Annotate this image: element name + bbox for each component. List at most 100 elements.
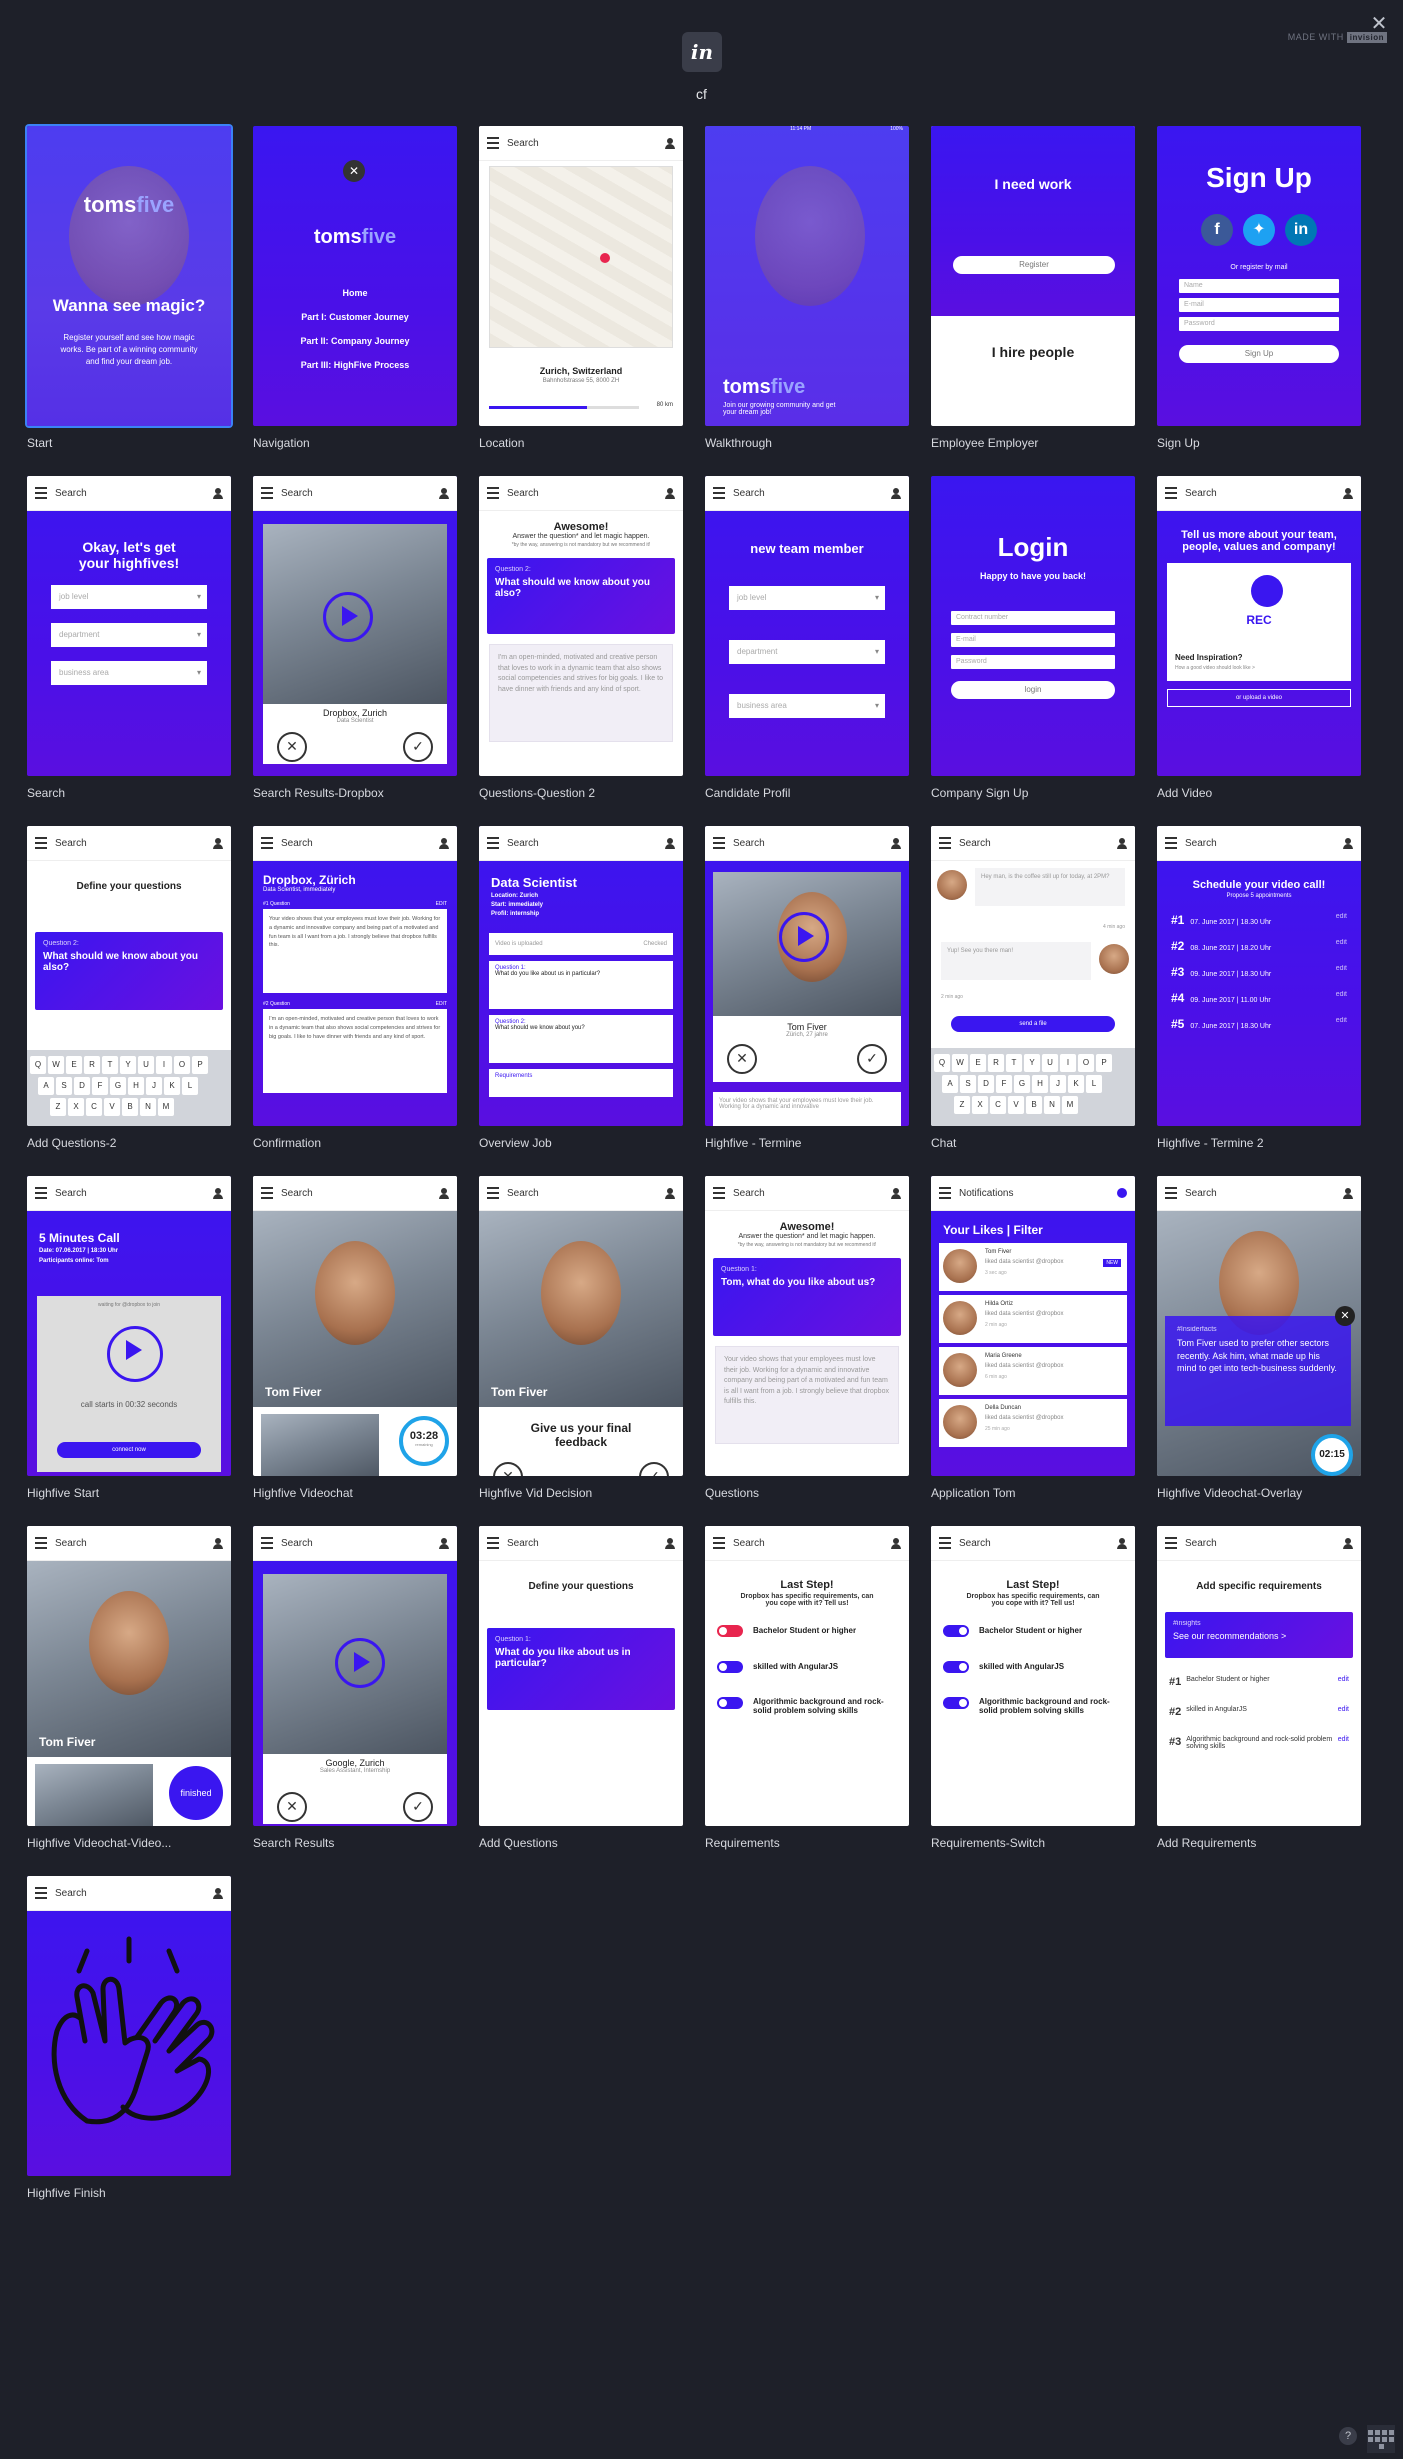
keyboard-key[interactable]: Z xyxy=(954,1096,970,1114)
keyboard-key[interactable]: P xyxy=(192,1056,208,1074)
menu-icon[interactable] xyxy=(713,837,725,849)
play-icon[interactable] xyxy=(779,912,829,962)
edit-link[interactable]: edit xyxy=(1336,991,1347,998)
keyboard-key[interactable]: J xyxy=(1050,1075,1066,1093)
screen-card[interactable]: 11:14 PM 100% tomsfive Join our growing c… xyxy=(705,126,909,450)
reject-icon[interactable]: ✕ xyxy=(493,1462,523,1476)
edit-link[interactable]: EDIT xyxy=(436,901,447,907)
menu-icon[interactable] xyxy=(35,1887,47,1899)
result-card[interactable]: Google, Zurich Sales Assistant, Internsh… xyxy=(263,1574,447,1824)
requirement-row[interactable]: #2 skilled in AngularJS edit xyxy=(1169,1706,1349,1718)
keyboard-key[interactable]: S xyxy=(960,1075,976,1093)
reject-icon[interactable]: ✕ xyxy=(727,1044,757,1074)
profile-icon[interactable] xyxy=(439,837,449,849)
search-label[interactable]: Search xyxy=(281,488,313,499)
keyboard-key[interactable]: O xyxy=(174,1056,190,1074)
grid-view-icon[interactable] xyxy=(1367,2425,1395,2453)
register-button[interactable]: Register xyxy=(953,256,1115,274)
requirement-toggle[interactable] xyxy=(717,1697,743,1709)
edit-link[interactable]: edit xyxy=(1336,939,1347,946)
profile-icon[interactable] xyxy=(1343,1187,1353,1199)
keyboard-key[interactable]: P xyxy=(1096,1054,1112,1072)
screen-card[interactable]: Search Add specific requirements #insigh… xyxy=(1157,1526,1361,1850)
inspiration-link[interactable]: How a good video should look like > xyxy=(1175,665,1255,671)
profile-icon[interactable] xyxy=(439,487,449,499)
edit-link[interactable]: edit xyxy=(1338,1736,1349,1743)
play-icon[interactable] xyxy=(107,1326,163,1382)
map[interactable] xyxy=(489,166,673,348)
requirement-toggle[interactable] xyxy=(717,1661,743,1673)
upload-button[interactable]: or upload a video xyxy=(1167,689,1351,707)
menu-icon[interactable] xyxy=(261,1537,273,1549)
screen-card[interactable]: Search Data Scientist Location: Zurich S… xyxy=(479,826,683,1150)
requirement-item[interactable]: skilled with AngularJS xyxy=(717,1661,897,1673)
screen-card[interactable]: Search #Insiderfacts Tom Fiver used to p… xyxy=(1157,1176,1361,1500)
menu-icon[interactable] xyxy=(261,487,273,499)
keyboard-key[interactable]: D xyxy=(978,1075,994,1093)
login-button[interactable]: login xyxy=(951,681,1115,699)
search-label[interactable]: Search xyxy=(55,1188,87,1199)
question-text[interactable]: What should we know about you also? xyxy=(43,951,198,973)
accept-icon[interactable]: ✓ xyxy=(403,732,433,762)
screen-card[interactable]: Search Last Step! Dropbox has specific r… xyxy=(705,1526,909,1850)
edit-link[interactable]: edit xyxy=(1338,1676,1349,1683)
appointment-row[interactable]: #5 07. June 2017 | 18.30 Uhr edit xyxy=(1171,1017,1347,1031)
profile-icon[interactable] xyxy=(891,487,901,499)
record-icon[interactable] xyxy=(1251,575,1283,607)
close-icon[interactable]: ✕ xyxy=(1369,14,1389,34)
menu-icon[interactable] xyxy=(1165,1187,1177,1199)
search-label[interactable]: Search xyxy=(55,1538,87,1549)
search-label[interactable]: Search xyxy=(1185,1188,1217,1199)
keyboard-key[interactable]: S xyxy=(56,1077,72,1095)
keyboard-key[interactable]: L xyxy=(182,1077,198,1095)
reject-icon[interactable]: ✕ xyxy=(277,1792,307,1822)
search-label[interactable]: Search xyxy=(281,1188,313,1199)
close-icon[interactable]: ✕ xyxy=(343,160,365,182)
send-file-button[interactable]: send a file xyxy=(951,1016,1115,1032)
keyboard-key[interactable]: K xyxy=(1068,1075,1084,1093)
screen-card[interactable]: ✕ tomsfive Home Part I: Customer Journey… xyxy=(253,126,457,450)
email-field[interactable]: E-mail xyxy=(951,633,1115,647)
search-label[interactable]: Search xyxy=(507,488,539,499)
profile-icon[interactable] xyxy=(1343,1537,1353,1549)
screen-card[interactable]: Search Highfive Finish xyxy=(27,1876,231,2200)
menu-icon[interactable] xyxy=(487,1187,499,1199)
keyboard-key[interactable]: B xyxy=(1026,1096,1042,1114)
profile-icon[interactable] xyxy=(439,1537,449,1549)
screen-card[interactable]: Search Tom Fiver Zürich, 27 jahre ✕ ✓ Yo… xyxy=(705,826,909,1150)
connect-button[interactable]: connect now xyxy=(57,1442,201,1458)
keyboard-key[interactable]: A xyxy=(942,1075,958,1093)
screen-card[interactable]: Search Hey man, is the coffee still up f… xyxy=(931,826,1135,1150)
menu-icon[interactable] xyxy=(487,137,499,149)
close-icon[interactable]: ✕ xyxy=(1335,1306,1355,1326)
linkedin-icon[interactable]: in xyxy=(1285,214,1317,246)
employer-title[interactable]: I hire people xyxy=(931,344,1135,360)
recommendations-card[interactable]: #insights See our recommendations > xyxy=(1165,1612,1353,1658)
keyboard-key[interactable]: X xyxy=(972,1096,988,1114)
keyboard-key[interactable]: V xyxy=(104,1098,120,1116)
edit-link[interactable]: edit xyxy=(1338,1706,1349,1713)
screen-card[interactable]: Search Schedule your video call! Propose… xyxy=(1157,826,1361,1150)
notification-icon[interactable] xyxy=(1117,1188,1127,1198)
question-item[interactable]: Question 2: What should we know about you… xyxy=(489,1015,673,1063)
keyboard-key[interactable]: H xyxy=(128,1077,144,1095)
answer-field[interactable]: Your video shows that your employees mus… xyxy=(715,1346,899,1444)
profile-icon[interactable] xyxy=(213,1537,223,1549)
business-area-select[interactable]: business area xyxy=(51,661,207,685)
screen-card[interactable]: Sign Up f ✦ in Or register by mail Name … xyxy=(1157,126,1361,450)
appointment-row[interactable]: #4 09. June 2017 | 11.00 Uhr edit xyxy=(1171,991,1347,1005)
keyboard-key[interactable]: W xyxy=(48,1056,64,1074)
profile-icon[interactable] xyxy=(891,837,901,849)
answer-field[interactable]: I'm an open-minded, motivated and creati… xyxy=(489,644,673,742)
requirement-item[interactable]: Algorithmic background and rock-solid pr… xyxy=(943,1697,1123,1715)
menu-icon[interactable] xyxy=(1165,837,1177,849)
screen-card[interactable]: Search Define your questions Question 1:… xyxy=(479,1526,683,1850)
keyboard-key[interactable]: I xyxy=(156,1056,172,1074)
menu-icon[interactable] xyxy=(35,837,47,849)
business-area-select[interactable]: business area xyxy=(729,694,885,718)
keyboard-key[interactable]: M xyxy=(158,1098,174,1116)
nav-item[interactable]: Part I: Customer Journey xyxy=(253,305,457,329)
screen-card[interactable]: Search Zurich, Switzerland Bahnhofstrass… xyxy=(479,126,683,450)
play-icon[interactable] xyxy=(323,592,373,642)
requirement-item[interactable]: skilled with AngularJS xyxy=(943,1661,1123,1673)
